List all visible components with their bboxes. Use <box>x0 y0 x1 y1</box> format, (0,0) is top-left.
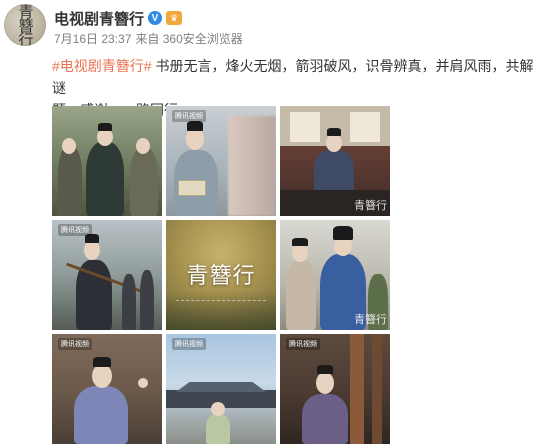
image-grid: 腾讯视频 青簪行 腾讯视频 青簪行 青簪行 腾讯视频 腾讯视频 腾讯视频 <box>52 106 390 444</box>
v-verified-icon[interactable]: V <box>148 11 163 25</box>
name-row: 电视剧青簪行 V ♛ <box>54 8 243 28</box>
image-thumb-8[interactable]: 腾讯视频 <box>166 334 276 444</box>
image-thumb-4[interactable]: 腾讯视频 <box>52 220 162 330</box>
tencent-logo-7: 腾讯视频 <box>58 338 92 350</box>
poster-title: 青簪行 <box>186 264 256 289</box>
post-meta: 7月16日 23:37 来自 360安全浏览器 <box>54 30 243 47</box>
crown-member-icon[interactable]: ♛ <box>166 11 183 25</box>
tencent-logo-9: 腾讯视频 <box>286 338 320 350</box>
tencent-logo-2: 腾讯视频 <box>172 110 206 122</box>
image-thumb-5[interactable]: 青簪行 <box>166 220 276 330</box>
image-thumb-2[interactable]: 腾讯视频 <box>166 106 276 216</box>
account-name[interactable]: 电视剧青簪行 <box>54 8 144 29</box>
tencent-logo-8: 腾讯视频 <box>172 338 206 350</box>
image-thumb-7[interactable]: 腾讯视频 <box>52 334 162 444</box>
post-header: 电视剧青簪行 V ♛ 7月16日 23:37 来自 360安全浏览器 <box>54 8 243 47</box>
image-thumb-1[interactable] <box>52 106 162 216</box>
post-source: 来自 360安全浏览器 <box>135 32 243 46</box>
hashtag-link[interactable]: #电视剧青簪行# <box>52 58 152 74</box>
image-thumb-6[interactable]: 青簪行 <box>280 220 390 330</box>
watermark-3: 青簪行 <box>354 199 387 212</box>
avatar-logo-text: 青簪行 <box>16 4 35 46</box>
post-date[interactable]: 7月16日 23:37 <box>54 30 131 47</box>
account-avatar[interactable]: 青簪行 <box>4 4 46 46</box>
tencent-logo-4: 腾讯视频 <box>58 224 92 236</box>
image-thumb-9[interactable]: 腾讯视频 <box>280 334 390 444</box>
watermark-6: 青簪行 <box>354 313 387 326</box>
image-thumb-3[interactable]: 青簪行 <box>280 106 390 216</box>
